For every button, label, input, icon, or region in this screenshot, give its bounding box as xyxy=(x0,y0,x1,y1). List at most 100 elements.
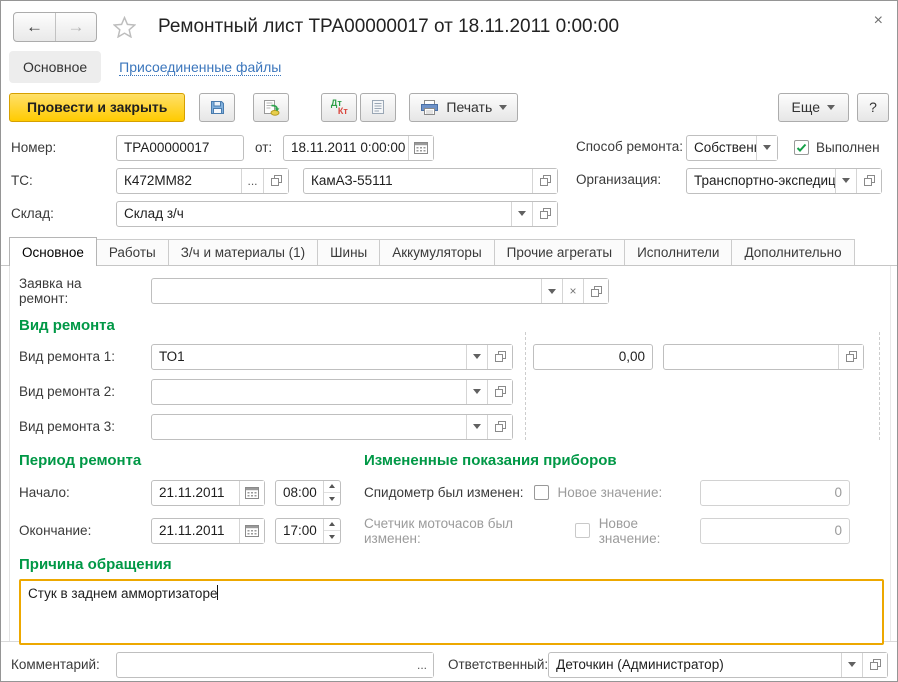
done-checkbox[interactable] xyxy=(794,140,809,155)
post-and-close-button[interactable]: Провести и закрыть xyxy=(9,93,185,122)
repair-method-combo[interactable]: Собственн xyxy=(686,135,778,161)
open-button[interactable] xyxy=(838,345,863,369)
open-button[interactable] xyxy=(532,202,557,226)
nav-link-attached-files[interactable]: Присоединенные файлы xyxy=(119,59,281,76)
header-fields-right: Способ ремонта: Собственн Выполнен Орган… xyxy=(576,134,898,200)
vehicle-field[interactable]: К472ММ82 ... xyxy=(116,168,289,194)
organization-combo[interactable]: Транспортно-экспедиц xyxy=(686,168,882,194)
open-button[interactable] xyxy=(263,169,288,193)
clear-button[interactable]: × xyxy=(562,279,583,303)
open-button[interactable] xyxy=(487,415,512,439)
dropdown-button[interactable] xyxy=(541,279,562,303)
reason-textarea[interactable]: Стук в заднем аммортизаторе xyxy=(19,579,884,645)
forward-button[interactable]: → xyxy=(55,13,96,41)
nav-item-main[interactable]: Основное xyxy=(9,51,101,83)
calendar-button[interactable] xyxy=(408,136,433,160)
tab-works[interactable]: Работы xyxy=(96,239,169,265)
open-button[interactable] xyxy=(583,279,608,303)
choose-button[interactable]: ... xyxy=(241,169,263,193)
start-date-field[interactable]: 21.11.2011 xyxy=(151,480,265,506)
back-button[interactable]: ← xyxy=(14,13,55,41)
form-nav: Основное Присоединенные файлы xyxy=(9,51,897,83)
forward-icon: → xyxy=(68,17,85,37)
tab-main[interactable]: Основное xyxy=(9,237,97,266)
engine-hours-new-value-field[interactable]: 0 xyxy=(700,518,850,544)
document-icon xyxy=(371,99,385,115)
close-icon[interactable]: × xyxy=(874,13,883,29)
page-title: Ремонтный лист ТРА00000017 от 18.11.2011… xyxy=(158,16,619,38)
spinner-up-icon[interactable] xyxy=(324,519,340,531)
footer-bar: Комментарий: ... Ответственный: Деточкин… xyxy=(1,641,897,679)
repair-request-label: Заявка на ремонт: xyxy=(19,276,151,306)
number-field[interactable]: ТРА00000017 xyxy=(116,135,244,161)
responsible-combo[interactable]: Деточкин (Администратор) xyxy=(548,652,888,678)
end-date-field[interactable]: 21.11.2011 xyxy=(151,518,265,544)
spinner-up-icon[interactable] xyxy=(324,481,340,493)
speedometer-changed-checkbox[interactable] xyxy=(534,485,549,500)
chevron-down-icon xyxy=(763,145,771,150)
more-button-label: Еще xyxy=(792,99,821,115)
repair-kind-1-extra-field[interactable] xyxy=(663,344,864,370)
end-time-field[interactable]: 17:00 xyxy=(275,518,341,544)
help-button[interactable]: ? xyxy=(857,93,889,122)
dropdown-button[interactable] xyxy=(835,169,856,193)
repair-kind-1-amount-field[interactable]: 0,00 xyxy=(533,344,653,370)
reason-heading: Причина обращения xyxy=(19,556,886,573)
post-document-button[interactable] xyxy=(253,93,289,122)
tab-parts-materials[interactable]: З/ч и материалы (1) xyxy=(168,239,318,265)
more-button[interactable]: Еще xyxy=(778,93,850,122)
dropdown-button[interactable] xyxy=(511,202,532,226)
tab-additional[interactable]: Дополнительно xyxy=(731,239,854,265)
dropdown-button[interactable] xyxy=(756,136,777,160)
window-header: ← → Ремонтный лист ТРА00000017 от 18.11.… xyxy=(1,1,897,43)
end-label: Окончание: xyxy=(19,523,151,538)
calendar-button[interactable] xyxy=(239,481,264,505)
tab-other-units[interactable]: Прочие агрегаты xyxy=(494,239,625,265)
repair-kind-3-combo[interactable] xyxy=(151,414,513,440)
dt-kt-button[interactable]: ДтКт xyxy=(321,93,357,122)
tab-tires[interactable]: Шины xyxy=(317,239,380,265)
print-button[interactable]: Печать xyxy=(409,93,518,122)
open-button[interactable] xyxy=(856,169,881,193)
repair-period-group: Период ремонта Начало: 21.11.2011 08:00 xyxy=(19,452,364,555)
comment-field[interactable]: ... xyxy=(116,652,434,678)
comment-expand-button[interactable]: ... xyxy=(411,653,433,677)
group-separator xyxy=(879,332,880,440)
star-icon xyxy=(113,16,136,38)
tab-batteries[interactable]: Аккумуляторы xyxy=(379,239,494,265)
print-button-label: Печать xyxy=(446,99,492,115)
open-icon xyxy=(494,420,507,433)
open-button[interactable] xyxy=(487,380,512,404)
calendar-icon xyxy=(414,141,428,154)
repair-kind-1-combo[interactable]: ТО1 xyxy=(151,344,513,370)
repair-kind-2-combo[interactable] xyxy=(151,379,513,405)
open-button[interactable] xyxy=(532,169,557,193)
open-button[interactable] xyxy=(862,653,887,677)
spinner-down-icon[interactable] xyxy=(324,530,340,543)
start-time-field[interactable]: 08:00 xyxy=(275,480,341,506)
document-register-button[interactable] xyxy=(360,93,396,122)
open-icon xyxy=(845,350,858,363)
engine-hours-changed-checkbox[interactable] xyxy=(575,523,590,538)
speedometer-changed-label: Спидометр был изменен: xyxy=(364,485,524,500)
speedometer-new-value-field[interactable]: 0 xyxy=(700,480,850,506)
dropdown-button[interactable] xyxy=(841,653,862,677)
calendar-button[interactable] xyxy=(239,519,264,543)
open-button[interactable] xyxy=(487,345,512,369)
dropdown-button[interactable] xyxy=(466,380,487,404)
dropdown-button[interactable] xyxy=(466,415,487,439)
tab-executors[interactable]: Исполнители xyxy=(624,239,732,265)
date-field[interactable]: 18.11.2011 0:00:00 xyxy=(283,135,434,161)
print-icon xyxy=(420,100,439,115)
save-button[interactable] xyxy=(199,93,235,122)
warehouse-combo[interactable]: Склад з/ч xyxy=(116,201,558,227)
vehicle-model-field[interactable]: КамАЗ-55111 xyxy=(303,168,558,194)
repair-request-combo[interactable]: × xyxy=(151,278,609,304)
save-icon xyxy=(209,99,226,116)
dropdown-button[interactable] xyxy=(466,345,487,369)
meters-group: Измененные показания приборов Спидометр … xyxy=(364,452,886,555)
spinner-down-icon[interactable] xyxy=(324,492,340,505)
chevron-down-icon xyxy=(473,424,481,429)
vehicle-label: ТС: xyxy=(11,173,116,188)
favorite-star-button[interactable] xyxy=(113,16,136,38)
